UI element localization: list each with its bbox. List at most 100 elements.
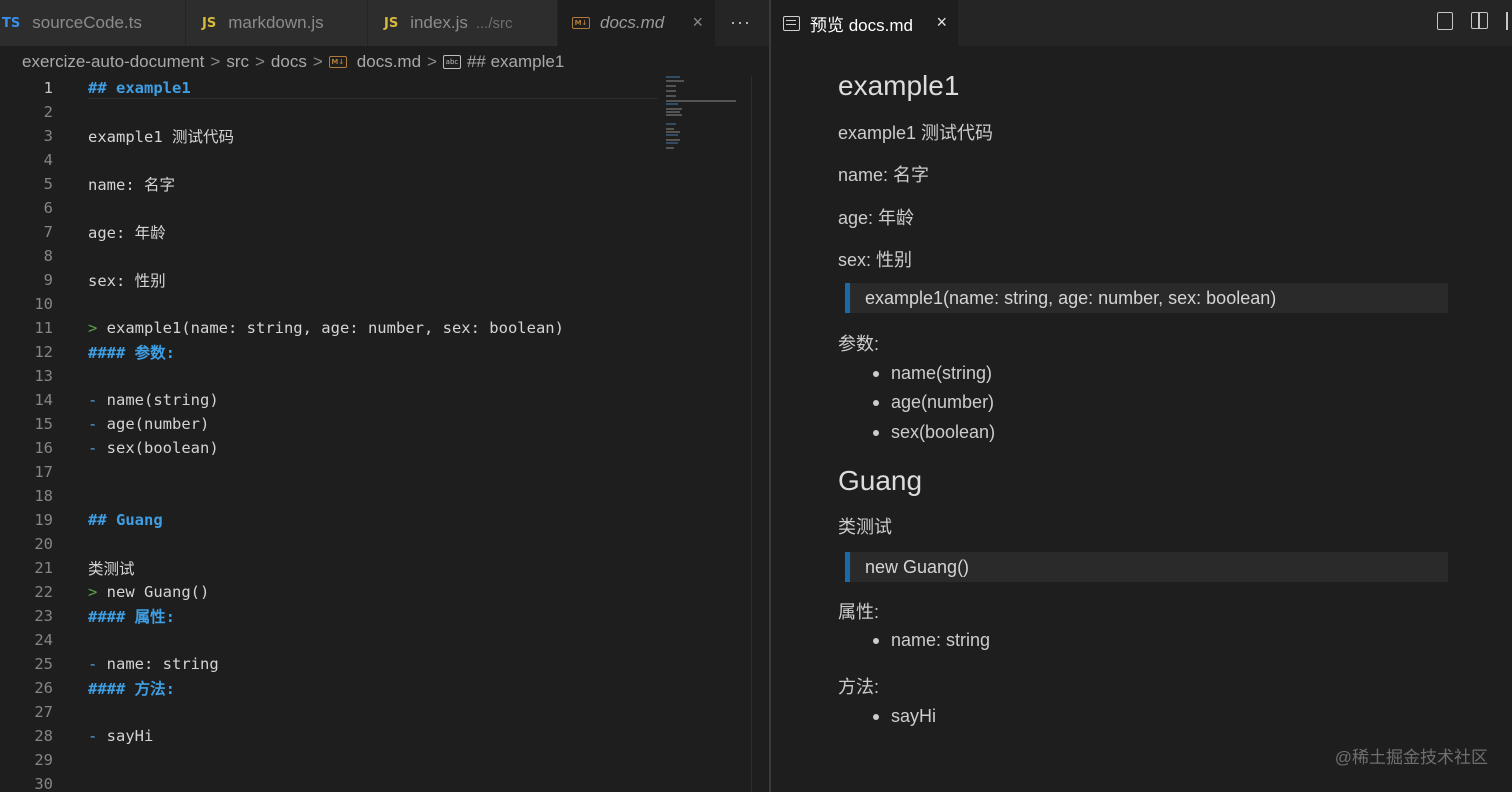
code-text: - age(number) — [88, 415, 209, 433]
code-text: ## example1 — [88, 79, 191, 97]
code-line[interactable]: 21 类测试 — [0, 556, 752, 580]
tab-index-js[interactable]: JS index.js .../src — [368, 0, 558, 46]
methods-label: 方法: — [838, 677, 880, 697]
code-line[interactable]: 10 — [0, 292, 752, 316]
breadcrumb: exercize-auto-document > src > docs > M↓… — [22, 50, 564, 74]
breadcrumb-item-project[interactable]: exercize-auto-document — [22, 52, 204, 72]
typescript-file-icon: TS — [2, 15, 21, 31]
list-item: sex(boolean) — [872, 422, 996, 442]
code-line[interactable]: 14 - name(string) — [0, 388, 752, 412]
code-line[interactable]: 9 sex: 性别 — [0, 268, 752, 292]
list-marker: - — [88, 439, 98, 457]
code-text: - name(string) — [88, 391, 219, 409]
code-line[interactable]: 30 — [0, 772, 752, 792]
code-text: > example1(name: string, age: number, se… — [88, 319, 564, 337]
code-line[interactable]: 29 — [0, 748, 752, 772]
breadcrumb-item-src[interactable]: src — [226, 52, 249, 72]
blockquote-signature: example1(name: string, age: number, sex:… — [845, 283, 1448, 313]
minimap[interactable] — [662, 74, 742, 164]
list-item: age(number) — [872, 392, 995, 412]
line-number: 17 — [34, 463, 53, 481]
props-label: 属性: — [838, 602, 880, 622]
tab-preview-docs-md[interactable]: 预览 docs.md × — [771, 0, 958, 46]
code-content: name: string — [97, 655, 219, 673]
line-number: 25 — [34, 655, 53, 673]
code-line[interactable]: 19 ## Guang — [0, 508, 752, 532]
code-line[interactable]: 6 — [0, 196, 752, 220]
code-text: #### 方法: — [88, 680, 175, 698]
code-text: - name: string — [88, 655, 219, 673]
code-line[interactable]: 25 - name: string — [0, 652, 752, 676]
tab-sourcecode-ts[interactable]: TS sourceCode.ts — [0, 0, 186, 46]
code-line[interactable]: 8 — [0, 244, 752, 268]
code-content: new Guang() — [97, 583, 210, 601]
split-editor-icon[interactable] — [1471, 12, 1488, 29]
editor-scrollbar[interactable] — [751, 76, 752, 792]
line-number: 24 — [34, 631, 53, 649]
paragraph-class-description: 类测试 — [838, 517, 892, 537]
list-marker: - — [88, 391, 98, 409]
code-line[interactable]: 24 — [0, 628, 752, 652]
markdown-file-icon: M↓ — [328, 56, 347, 68]
tab-markdown-js[interactable]: JS markdown.js — [186, 0, 368, 46]
code-line[interactable]: 22 > new Guang() — [0, 580, 752, 604]
close-icon[interactable]: × — [692, 13, 703, 31]
more-actions-icon[interactable] — [1506, 12, 1512, 30]
more-actions-icon[interactable]: ··· — [730, 12, 751, 33]
tab-docs-md[interactable]: M↓ docs.md × — [558, 0, 716, 46]
open-source-icon[interactable] — [1437, 12, 1453, 30]
javascript-file-icon: JS — [384, 15, 399, 31]
code-content: example1(name: string, age: number, sex:… — [97, 319, 564, 337]
code-line[interactable]: 7 age: 年龄 — [0, 220, 752, 244]
code-line[interactable]: 5 name: 名字 — [0, 172, 752, 196]
code-line[interactable]: 26 #### 方法: — [0, 676, 752, 700]
line-number: 20 — [34, 535, 53, 553]
line-number: 11 — [34, 319, 53, 337]
paragraph-age: age: 年龄 — [838, 208, 915, 228]
line-number: 21 — [34, 559, 53, 577]
code-line[interactable]: 12 #### 参数: — [0, 340, 752, 364]
string-symbol-icon: abc — [442, 55, 461, 69]
code-line[interactable]: 28 - sayHi — [0, 724, 752, 748]
code-text: #### 属性: — [88, 608, 175, 626]
code-line[interactable]: 27 — [0, 700, 752, 724]
code-content: sex(boolean) — [97, 439, 219, 457]
code-line[interactable]: 17 — [0, 460, 752, 484]
code-line[interactable]: 4 — [0, 148, 752, 172]
code-line[interactable]: 15 - age(number) — [0, 412, 752, 436]
code-editor[interactable]: 1 ## example1 2 3 example1 测试代码 4 5 name: 名字 6 7 a… — [0, 76, 752, 792]
code-text: - sayHi — [88, 727, 153, 745]
line-number: 1 — [43, 79, 53, 97]
code-line[interactable]: 1 ## example1 — [0, 76, 752, 100]
tab-description: .../src — [475, 14, 513, 32]
breadcrumb-separator: > — [312, 52, 323, 71]
list-item: sayHi — [872, 706, 937, 726]
line-number: 16 — [34, 439, 53, 457]
code-line[interactable]: 3 example1 测试代码 — [0, 124, 752, 148]
breadcrumb-separator: > — [254, 52, 265, 71]
editor-tab-bar: TS sourceCode.ts JS markdown.js JS index… — [0, 0, 769, 46]
code-line[interactable]: 23 #### 属性: — [0, 604, 752, 628]
code-line[interactable]: 16 - sex(boolean) — [0, 436, 752, 460]
breadcrumb-item-file[interactable]: docs.md — [357, 52, 421, 72]
code-line[interactable]: 18 — [0, 484, 752, 508]
blockquote-marker: > — [88, 319, 98, 337]
paragraph-name: name: 名字 — [838, 165, 930, 185]
code-line[interactable]: 11 > example1(name: string, age: number, … — [0, 316, 752, 340]
line-number: 28 — [34, 727, 53, 745]
preview-icon — [783, 15, 800, 31]
tab-label: markdown.js — [228, 13, 324, 32]
breadcrumb-item-docs[interactable]: docs — [271, 52, 307, 72]
editor-group-left: TS sourceCode.ts JS markdown.js JS index… — [0, 0, 769, 792]
line-number: 29 — [34, 751, 53, 769]
code-line[interactable]: 2 — [0, 100, 752, 124]
code-text: age: 年龄 — [88, 224, 166, 242]
breadcrumb-item-symbol[interactable]: ## example1 — [467, 52, 564, 72]
line-number: 22 — [34, 583, 53, 601]
code-line[interactable]: 20 — [0, 532, 752, 556]
list-marker: - — [88, 727, 98, 745]
close-icon[interactable]: × — [936, 13, 947, 31]
params-label: 参数: — [838, 334, 880, 354]
code-line[interactable]: 13 — [0, 364, 752, 388]
list-item: name: string — [872, 630, 991, 650]
